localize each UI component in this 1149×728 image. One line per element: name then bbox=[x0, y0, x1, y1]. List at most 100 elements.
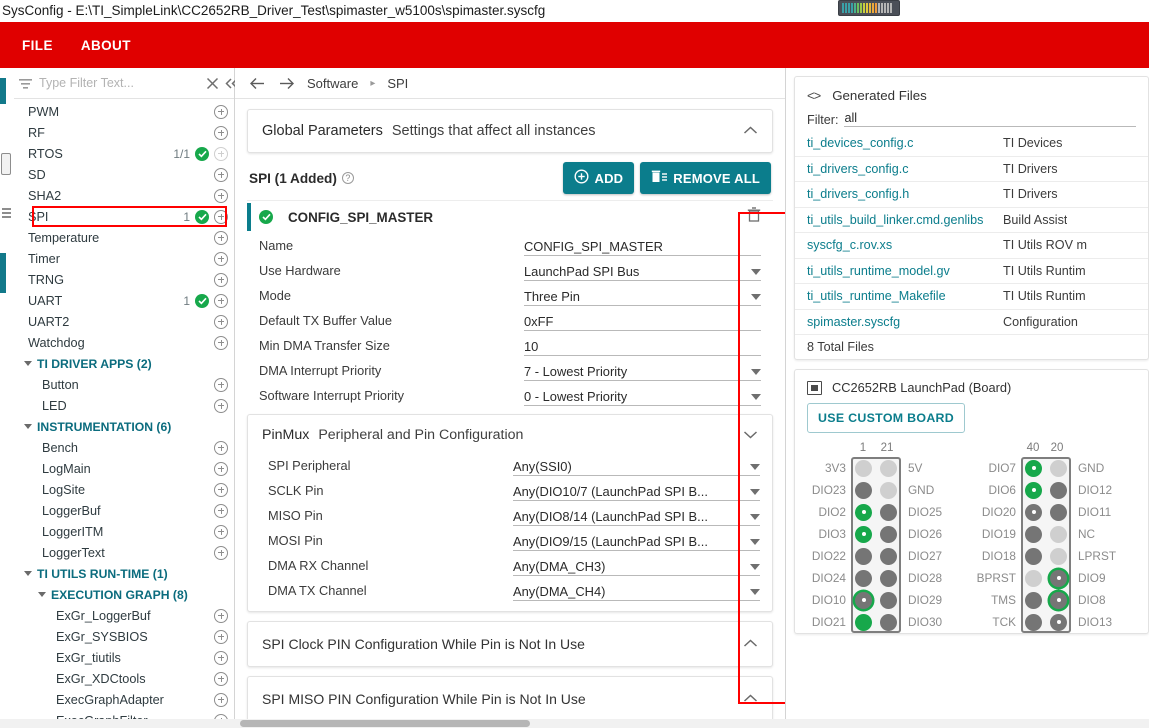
sidebar-item-execution-graph-8[interactable]: EXECUTION GRAPH (8) bbox=[14, 584, 234, 605]
dropdown-arrow-icon[interactable] bbox=[750, 488, 760, 495]
add-component-icon[interactable] bbox=[214, 167, 228, 182]
instance-header[interactable]: CONFIG_SPI_MASTER bbox=[247, 201, 773, 233]
rail-panel-icon[interactable] bbox=[1, 153, 11, 175]
sidebar-item-execgraphadapter[interactable]: ExecGraphAdapter bbox=[14, 689, 234, 710]
add-component-icon[interactable] bbox=[214, 125, 228, 140]
sidebar-item-pwm[interactable]: PWM bbox=[14, 101, 234, 122]
breadcrumb-software[interactable]: Software bbox=[307, 76, 358, 91]
file-name-link[interactable]: ti_drivers_config.h bbox=[807, 187, 1003, 201]
add-component-icon[interactable] bbox=[214, 650, 228, 665]
sidebar-item-temperature[interactable]: Temperature bbox=[14, 227, 234, 248]
field-dropdown[interactable]: 7 - Lowest Priority bbox=[524, 361, 761, 381]
file-row[interactable]: ti_devices_config.c TI Devices bbox=[795, 130, 1148, 156]
field-input[interactable]: 0xFF bbox=[524, 311, 761, 331]
field-dropdown[interactable]: Three Pin bbox=[524, 286, 761, 306]
file-row[interactable]: ti_utils_runtime_Makefile TI Utils Runtim bbox=[795, 283, 1148, 309]
back-arrow-icon[interactable] bbox=[249, 77, 266, 90]
file-row[interactable]: spimaster.syscfg Configuration bbox=[795, 308, 1148, 335]
dropdown-arrow-icon[interactable] bbox=[750, 563, 760, 570]
sidebar-item-watchdog[interactable]: Watchdog bbox=[14, 332, 234, 353]
sidebar-item-instrumentation-6[interactable]: INSTRUMENTATION (6) bbox=[14, 416, 234, 437]
pin-dot[interactable] bbox=[1025, 525, 1042, 543]
pinmux-header[interactable]: PinMux Peripheral and Pin Configuration bbox=[248, 415, 772, 453]
file-row[interactable]: syscfg_c.rov.xs TI Utils ROV m bbox=[795, 232, 1148, 258]
pin-dot[interactable] bbox=[880, 525, 897, 543]
sidebar-item-sha2[interactable]: SHA2 bbox=[14, 185, 234, 206]
file-name-link[interactable]: spimaster.syscfg bbox=[807, 315, 1003, 329]
pin-dot[interactable] bbox=[1050, 525, 1067, 543]
pin-dot[interactable] bbox=[1025, 613, 1042, 631]
pin-dot[interactable] bbox=[855, 569, 872, 587]
field-dropdown[interactable]: 0 - Lowest Priority bbox=[524, 386, 761, 406]
pin-dot[interactable] bbox=[1025, 569, 1042, 587]
component-tree[interactable]: PWM RF RTOS 1/1 SD SHA2 SPI 1 Temperature Timer TR… bbox=[14, 99, 234, 728]
file-row[interactable]: ti_drivers_config.c TI Drivers bbox=[795, 155, 1148, 182]
sidebar-item-loggeritm[interactable]: LoggerITM bbox=[14, 521, 234, 542]
sidebar-item-loggertext[interactable]: LoggerText bbox=[14, 542, 234, 563]
dropdown-arrow-icon[interactable] bbox=[750, 513, 760, 520]
field-input[interactable]: CONFIG_SPI_MASTER bbox=[524, 236, 761, 256]
add-component-icon[interactable] bbox=[214, 503, 228, 518]
add-component-icon[interactable] bbox=[214, 524, 228, 539]
add-button[interactable]: ADD bbox=[563, 162, 635, 194]
add-component-icon[interactable] bbox=[214, 629, 228, 644]
delete-instance-icon[interactable] bbox=[747, 207, 761, 227]
file-name-link[interactable]: ti_utils_runtime_Makefile bbox=[807, 289, 1003, 303]
file-name-link[interactable]: ti_utils_runtime_model.gv bbox=[807, 264, 1003, 278]
pin-dot[interactable] bbox=[1025, 503, 1042, 521]
pin-dot[interactable] bbox=[855, 613, 872, 631]
pin-dot[interactable] bbox=[1050, 503, 1067, 521]
add-component-icon[interactable] bbox=[214, 335, 228, 350]
pin-dot[interactable] bbox=[1025, 459, 1042, 477]
field-input[interactable]: 10 bbox=[524, 336, 761, 356]
add-component-icon[interactable] bbox=[214, 146, 228, 161]
field-dropdown[interactable]: Any(DIO10/7 (LaunchPad SPI B... bbox=[513, 481, 760, 501]
pin-dot[interactable] bbox=[855, 525, 872, 543]
menu-item-about[interactable]: ABOUT bbox=[67, 32, 145, 59]
file-name-link[interactable]: syscfg_c.rov.xs bbox=[807, 238, 1003, 252]
field-dropdown[interactable]: Any(DIO9/15 (LaunchPad SPI B... bbox=[513, 531, 760, 551]
sidebar-item-uart2[interactable]: UART2 bbox=[14, 311, 234, 332]
add-component-icon[interactable] bbox=[214, 482, 228, 497]
sidebar-item-exgr-xdctools[interactable]: ExGr_XDCtools bbox=[14, 668, 234, 689]
pin-dot[interactable] bbox=[1025, 547, 1042, 565]
sidebar-item-loggerbuf[interactable]: LoggerBuf bbox=[14, 500, 234, 521]
pin-dot[interactable] bbox=[880, 569, 897, 587]
use-custom-board-button[interactable]: USE CUSTOM BOARD bbox=[807, 403, 966, 433]
field-dropdown[interactable]: LaunchPad SPI Bus bbox=[524, 261, 761, 281]
pin-dot[interactable] bbox=[880, 503, 897, 521]
field-dropdown[interactable]: Any(DMA_CH3) bbox=[513, 556, 760, 576]
chevron-down-icon[interactable] bbox=[743, 426, 758, 444]
pin-dot[interactable] bbox=[880, 459, 897, 477]
dropdown-arrow-icon[interactable] bbox=[751, 393, 761, 400]
caret-down-icon[interactable] bbox=[38, 592, 46, 597]
sidebar-item-trng[interactable]: TRNG bbox=[14, 269, 234, 290]
pin-dot[interactable] bbox=[1050, 569, 1067, 587]
pin-dot[interactable] bbox=[1050, 481, 1067, 499]
pin-dot[interactable] bbox=[880, 481, 897, 499]
sidebar-item-ti-utils-run-time-1[interactable]: TI UTILS RUN-TIME (1) bbox=[14, 563, 234, 584]
dropdown-arrow-icon[interactable] bbox=[751, 368, 761, 375]
pin-dot[interactable] bbox=[855, 591, 872, 609]
sidebar-item-logmain[interactable]: LogMain bbox=[14, 458, 234, 479]
caret-down-icon[interactable] bbox=[24, 361, 32, 366]
file-name-link[interactable]: ti_utils_build_linker.cmd.genlibs bbox=[807, 213, 1003, 227]
add-component-icon[interactable] bbox=[214, 398, 228, 413]
menu-item-file[interactable]: FILE bbox=[8, 32, 67, 59]
sidebar-item-logsite[interactable]: LogSite bbox=[14, 479, 234, 500]
add-component-icon[interactable] bbox=[214, 104, 228, 119]
caret-down-icon[interactable] bbox=[24, 571, 32, 576]
pin-dot[interactable] bbox=[1050, 613, 1067, 631]
sidebar-item-bench[interactable]: Bench bbox=[14, 437, 234, 458]
caret-down-icon[interactable] bbox=[24, 424, 32, 429]
global-parameters-header[interactable]: Global Parameters Settings that affect a… bbox=[248, 110, 772, 152]
pin-dot[interactable] bbox=[855, 503, 872, 521]
sidebar-item-exgr-tiutils[interactable]: ExGr_tiutils bbox=[14, 647, 234, 668]
clear-filter-icon[interactable] bbox=[206, 77, 219, 90]
collapsed-section[interactable]: SPI Clock PIN Configuration While Pin is… bbox=[247, 621, 773, 667]
add-component-icon[interactable] bbox=[214, 440, 228, 455]
pin-dot[interactable] bbox=[880, 591, 897, 609]
filter-value[interactable]: all bbox=[844, 111, 1136, 127]
pin-dot[interactable] bbox=[855, 459, 872, 477]
add-component-icon[interactable] bbox=[214, 293, 228, 308]
